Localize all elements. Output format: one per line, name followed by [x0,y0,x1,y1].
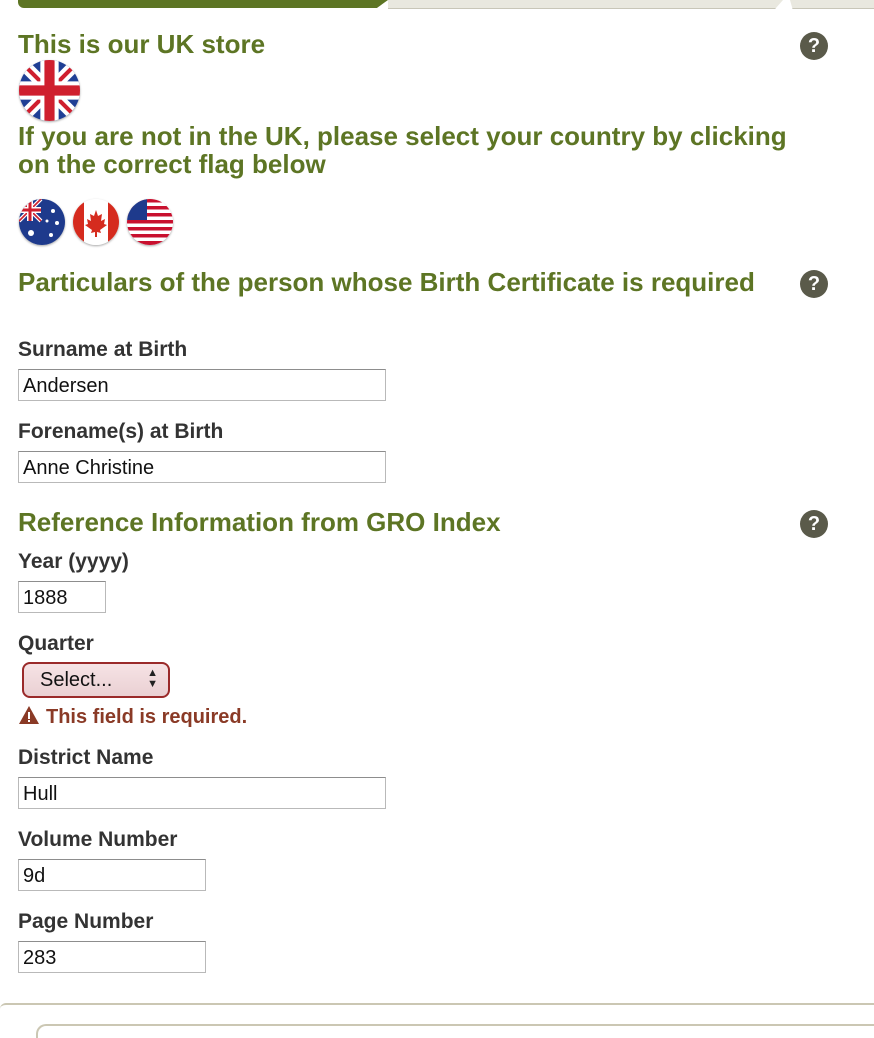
year-label: Year (yyyy) [18,550,129,573]
next-panel-edge [36,1024,874,1038]
tab-inactive-2[interactable] [790,0,874,9]
surname-input[interactable] [18,369,386,401]
reference-heading: Reference Information from GRO Index [18,507,501,537]
tab-strip [0,0,874,12]
surname-label: Surname at Birth [18,338,188,361]
quarter-select[interactable]: Select... ▲ ▼ [22,662,170,698]
quarter-label: Quarter [18,632,94,655]
forename-input[interactable] [18,451,386,483]
warning-icon [18,705,40,725]
select-country-text: If you are not in the UK, please select … [18,121,787,179]
select-arrows-icon: ▲ ▼ [147,667,158,690]
particulars-heading: Particulars of the person whose Birth Ce… [18,267,755,297]
district-input[interactable] [18,777,386,809]
volume-label: Volume Number [18,828,178,851]
tab-active[interactable] [18,0,388,8]
help-icon[interactable]: ? [800,270,828,298]
australia-flag-icon[interactable] [19,199,65,245]
store-heading: This is our UK store [18,29,266,59]
canada-flag-icon[interactable] [73,199,119,245]
help-icon[interactable]: ? [800,510,828,538]
district-label: District Name [18,746,154,769]
page-number-input[interactable] [18,941,206,973]
quarter-error: This field is required. [18,705,247,729]
section-divider [0,1003,874,1010]
quarter-error-text: This field is required. [46,706,248,728]
usa-flag-icon[interactable] [127,199,173,245]
help-icon[interactable]: ? [800,32,828,60]
page-number-label: Page Number [18,910,154,933]
tab-inactive[interactable] [388,0,783,9]
volume-input[interactable] [18,859,206,891]
forename-label: Forename(s) at Birth [18,420,224,443]
uk-flag-icon [19,60,80,121]
year-input[interactable] [18,581,106,613]
quarter-selected-value: Select... [40,669,113,691]
